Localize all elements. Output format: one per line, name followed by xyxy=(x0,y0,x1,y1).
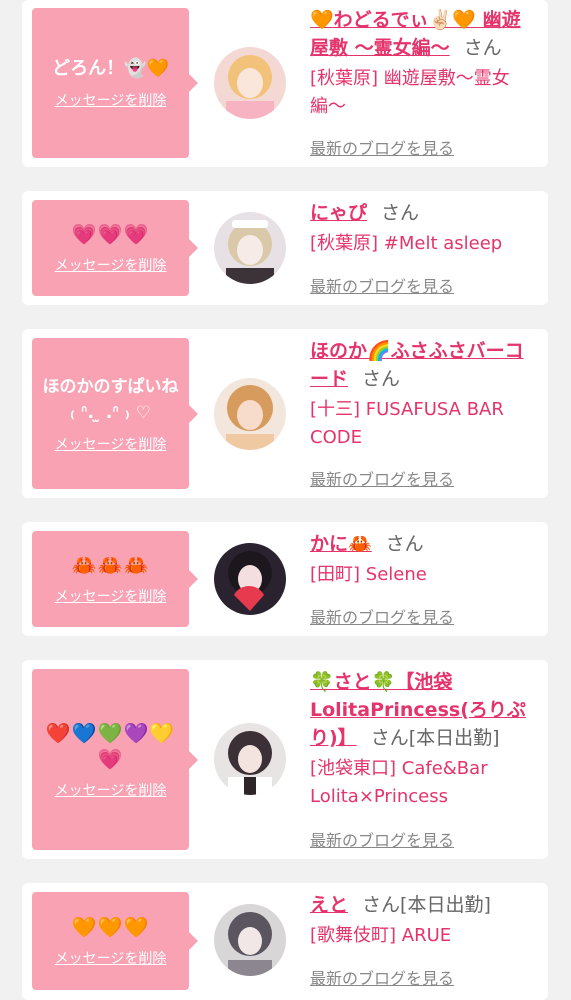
cast-info: 🧡わどるでぃ✌🏻🧡 幽遊屋敷 〜霊女編〜 さん [秋葉原] 幽遊屋敷〜霊女編〜 xyxy=(310,6,530,121)
cast-info: かに🦀 さん [田町] Selene xyxy=(310,530,530,589)
latest-blog-link[interactable]: 最新のブログを見る xyxy=(310,135,454,159)
message-bubble: ❤️💙💚💜💛💗 メッセージを削除 xyxy=(32,669,198,850)
favorite-card: 🧡🧡🧡 メッセージを削除 えと さん[本日出勤] [歌舞伎町] ARUE 最新のブ… xyxy=(22,883,548,1000)
avatar[interactable] xyxy=(214,47,286,119)
shop-name: [池袋東口] Cafe&Bar Lolita×Princess xyxy=(310,758,488,807)
honorific: さん xyxy=(370,727,409,749)
honorific: さん xyxy=(385,533,424,555)
favorite-card: ❤️💙💚💜💛💗 メッセージを削除 🍀さと🍀【池袋LolitaPrincess(ろ… xyxy=(22,660,548,859)
message-bubble: 🧡🧡🧡 メッセージを削除 xyxy=(32,892,198,990)
honorific: さん xyxy=(362,368,401,390)
delete-message-link[interactable]: メッセージを削除 xyxy=(55,90,167,110)
cast-name-link[interactable]: にゃぴ xyxy=(310,202,367,224)
delete-message-link[interactable]: メッセージを削除 xyxy=(55,948,167,968)
favorite-card: どろん！👻🧡 メッセージを削除 🧡わどるでぃ✌🏻🧡 幽遊屋敷 〜霊女編〜 さん [… xyxy=(22,0,548,167)
message-text: 💗💗💗 xyxy=(71,222,150,246)
delete-message-link[interactable]: メッセージを削除 xyxy=(55,434,167,454)
message-text: ❤️💙💚💜💛💗 xyxy=(45,720,176,771)
cast-name-link[interactable]: えと xyxy=(310,894,348,916)
delete-message-link[interactable]: メッセージを削除 xyxy=(55,586,167,606)
delete-message-link[interactable]: メッセージを削除 xyxy=(55,255,167,275)
message-bubble: 🦀🦀🦀 メッセージを削除 xyxy=(32,531,198,627)
message-bubble: どろん！👻🧡 メッセージを削除 xyxy=(32,8,198,158)
message-bubble: 💗💗💗 メッセージを削除 xyxy=(32,200,198,296)
shop-name: [十三] FUSAFUSA BAR CODE xyxy=(310,399,504,448)
latest-blog-link[interactable]: 最新のブログを見る xyxy=(310,273,454,297)
favorite-card: ほのかのすぱいね ₍ ᐢ. ̫ .ᐢ ₎ ♡ メッセージを削除 ほのか🌈ふさふさ… xyxy=(22,329,548,498)
favorite-list: どろん！👻🧡 メッセージを削除 🧡わどるでぃ✌🏻🧡 幽遊屋敷 〜霊女編〜 さん [… xyxy=(0,0,571,1000)
shop-name: [秋葉原] 幽遊屋敷〜霊女編〜 xyxy=(310,68,510,117)
message-bubble: ほのかのすぱいね ₍ ᐢ. ̫ .ᐢ ₎ ♡ メッセージを削除 xyxy=(32,338,198,489)
shop-name: [秋葉原] #Melt asleep xyxy=(310,233,503,254)
favorite-card: 🦀🦀🦀 メッセージを削除 かに🦀 さん [田町] Selene 最新のブログを見る xyxy=(22,522,548,636)
cast-name-link[interactable]: ほのか🌈ふさふさバーコード xyxy=(310,340,524,390)
avatar[interactable] xyxy=(214,212,286,284)
message-text: 🧡🧡🧡 xyxy=(71,915,150,939)
latest-blog-link[interactable]: 最新のブログを見る xyxy=(310,466,454,490)
favorite-card: 💗💗💗 メッセージを削除 にゃぴ さん [秋葉原] #Melt asleep 最新… xyxy=(22,191,548,305)
cast-info: にゃぴ さん [秋葉原] #Melt asleep xyxy=(310,199,530,258)
status-badge: [本日出勤] xyxy=(408,727,500,749)
avatar[interactable] xyxy=(214,904,286,976)
message-text: どろん！👻🧡 xyxy=(52,58,169,79)
avatar[interactable] xyxy=(214,543,286,615)
latest-blog-link[interactable]: 最新のブログを見る xyxy=(310,604,454,628)
honorific: さん xyxy=(463,37,502,59)
delete-message-link[interactable]: メッセージを削除 xyxy=(55,780,167,800)
cast-name-link[interactable]: かに🦀 xyxy=(310,533,372,555)
latest-blog-link[interactable]: 最新のブログを見る xyxy=(310,965,454,989)
status-badge: [本日出勤] xyxy=(400,894,491,916)
message-text: ほのかのすぱいね ₍ ᐢ. ̫ .ᐢ ₎ ♡ xyxy=(42,376,179,423)
latest-blog-link[interactable]: 最新のブログを見る xyxy=(310,827,454,851)
shop-name: [歌舞伎町] ARUE xyxy=(310,925,452,946)
honorific: さん xyxy=(381,202,420,224)
honorific: さん xyxy=(362,894,401,916)
avatar[interactable] xyxy=(214,723,286,795)
cast-info: 🍀さと🍀【池袋LolitaPrincess(ろりぷり)】 さん[本日出勤] [池袋… xyxy=(310,668,530,811)
shop-name: [田町] Selene xyxy=(310,564,427,585)
cast-info: ほのか🌈ふさふさバーコード さん [十三] FUSAFUSA BAR CODE xyxy=(310,337,530,452)
message-text: 🦀🦀🦀 xyxy=(71,553,150,577)
cast-info: えと さん[本日出勤] [歌舞伎町] ARUE xyxy=(310,891,530,950)
avatar[interactable] xyxy=(214,378,286,450)
